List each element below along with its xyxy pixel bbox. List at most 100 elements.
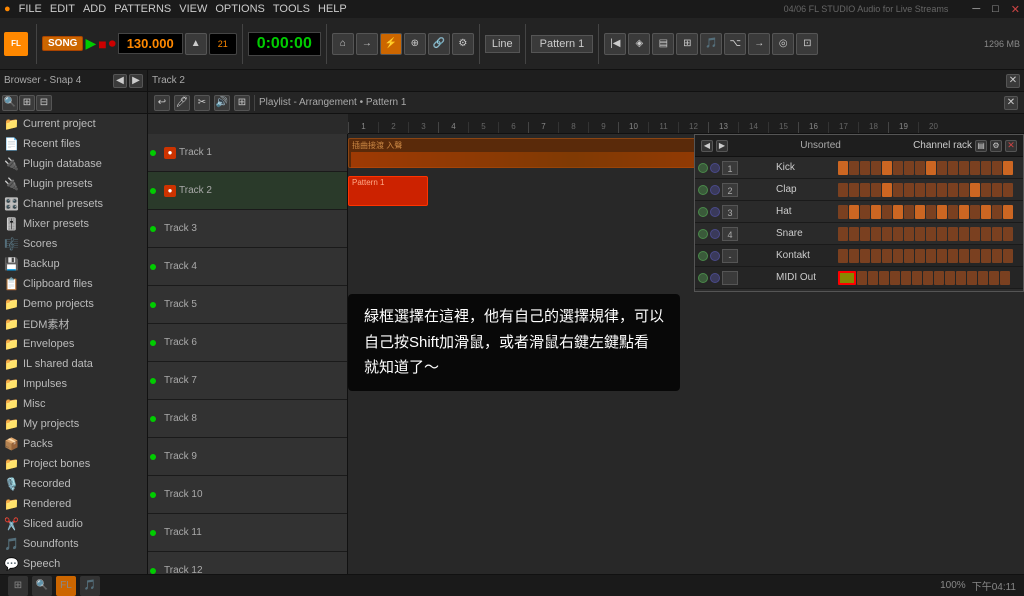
- step-btn[interactable]: [871, 227, 881, 241]
- track-content-area[interactable]: 插曲接渡 入聲 Pattern 1 ◀: [348, 134, 1024, 574]
- taskbar-btn-1[interactable]: 🔍: [32, 576, 52, 596]
- step-btn[interactable]: [1003, 249, 1013, 263]
- step-btn[interactable]: [871, 249, 881, 263]
- step-btn[interactable]: [882, 161, 892, 175]
- playlist-tool-3[interactable]: ✂: [194, 95, 210, 111]
- clap-name[interactable]: Clap: [773, 184, 838, 195]
- step-btn[interactable]: [915, 205, 925, 219]
- tempo-display[interactable]: 130.000: [118, 33, 183, 54]
- step-btn[interactable]: [904, 161, 914, 175]
- step-btn[interactable]: [1003, 205, 1013, 219]
- step-btn[interactable]: [879, 271, 889, 285]
- step-btn[interactable]: [981, 183, 991, 197]
- kick-solo-btn[interactable]: [710, 163, 720, 173]
- step-btn[interactable]: [948, 205, 958, 219]
- step-btn[interactable]: [970, 227, 980, 241]
- step-btn[interactable]: [849, 205, 859, 219]
- step-btn[interactable]: [981, 227, 991, 241]
- step-btn[interactable]: [981, 249, 991, 263]
- step-btn[interactable]: [915, 183, 925, 197]
- track2-close-btn[interactable]: ✕: [1006, 74, 1020, 88]
- step-btn[interactable]: [1003, 161, 1013, 175]
- step-btn[interactable]: [868, 271, 878, 285]
- browser-item-packs[interactable]: 📦 Packs: [0, 434, 147, 454]
- browser-item-demo[interactable]: 📁 Demo projects: [0, 294, 147, 314]
- browser-item-scores[interactable]: 🎼 Scores: [0, 234, 147, 254]
- step-btn[interactable]: [849, 227, 859, 241]
- browser-item-mixer-presets[interactable]: 🎚️ Mixer presets: [0, 214, 147, 234]
- step-btn[interactable]: [849, 161, 859, 175]
- minimize-btn[interactable]: ─: [972, 3, 980, 15]
- toolbar-btn-10[interactable]: ⊞: [676, 33, 698, 55]
- browser-item-misc[interactable]: 📁 Misc: [0, 394, 147, 414]
- step-btn[interactable]: [871, 183, 881, 197]
- snare-name[interactable]: Snare: [773, 228, 838, 239]
- toolbar-btn-2[interactable]: →: [356, 33, 378, 55]
- step-btn[interactable]: [838, 205, 848, 219]
- step-btn[interactable]: [992, 183, 1002, 197]
- channel-rack-next[interactable]: ▶: [716, 140, 728, 152]
- browser-item-soundfonts[interactable]: 🎵 Soundfonts: [0, 534, 147, 554]
- toolbar-btn-15[interactable]: ⊡: [796, 33, 818, 55]
- record-icon[interactable]: ⏺: [109, 35, 116, 52]
- step-btn[interactable]: [956, 271, 966, 285]
- step-btn[interactable]: [926, 205, 936, 219]
- toolbar-btn-7[interactable]: |◀: [604, 33, 626, 55]
- browser-item-il-shared[interactable]: 📁 IL shared data: [0, 354, 147, 374]
- playlist-tool-2[interactable]: 🖊: [174, 95, 190, 111]
- midi-name[interactable]: MIDI Out: [773, 272, 838, 283]
- midi-mute-btn[interactable]: [698, 273, 708, 283]
- song-button[interactable]: SONG: [42, 36, 83, 51]
- step-btn[interactable]: [882, 227, 892, 241]
- step-btn[interactable]: [926, 249, 936, 263]
- browser-item-clipboard[interactable]: 📋 Clipboard files: [0, 274, 147, 294]
- toolbar-btn-6[interactable]: ⚙: [452, 33, 474, 55]
- step-btn[interactable]: [937, 161, 947, 175]
- step-btn[interactable]: [959, 183, 969, 197]
- menu-file[interactable]: FILE: [19, 3, 42, 15]
- browser-item-backup[interactable]: 💾 Backup: [0, 254, 147, 274]
- stop-icon[interactable]: ■: [98, 36, 106, 52]
- browser-item-speech[interactable]: 💬 Speech: [0, 554, 147, 574]
- browser-item-plugin-presets[interactable]: 🔌 Plugin presets: [0, 174, 147, 194]
- step-btn[interactable]: [981, 205, 991, 219]
- clap-mute-btn[interactable]: [698, 185, 708, 195]
- step-btn[interactable]: [934, 271, 944, 285]
- toolbar-btn-9[interactable]: ▤: [652, 33, 674, 55]
- step-btn[interactable]: [871, 205, 881, 219]
- channel-rack-bars[interactable]: ▤: [975, 140, 987, 152]
- clap-solo-btn[interactable]: [710, 185, 720, 195]
- step-btn[interactable]: [978, 271, 988, 285]
- menu-help[interactable]: HELP: [318, 3, 347, 15]
- step-btn[interactable]: [860, 161, 870, 175]
- midi-solo-btn[interactable]: [710, 273, 720, 283]
- browser-item-project-bones[interactable]: 📁 Project bones: [0, 454, 147, 474]
- hat-solo-btn[interactable]: [710, 207, 720, 217]
- mixer-label[interactable]: Line: [485, 35, 520, 53]
- step-btn[interactable]: [849, 183, 859, 197]
- step-btn[interactable]: [967, 271, 977, 285]
- snare-mute-btn[interactable]: [698, 229, 708, 239]
- step-btn[interactable]: [1003, 183, 1013, 197]
- step-btn[interactable]: [904, 183, 914, 197]
- maximize-btn[interactable]: □: [992, 3, 999, 15]
- browser-item-rendered[interactable]: 📁 Rendered: [0, 494, 147, 514]
- step-btn[interactable]: [948, 161, 958, 175]
- step-btn[interactable]: [860, 183, 870, 197]
- step-btn[interactable]: [948, 249, 958, 263]
- step-btn[interactable]: [948, 227, 958, 241]
- step-btn[interactable]: [992, 205, 1002, 219]
- step-btn[interactable]: [1000, 271, 1010, 285]
- toolbar-btn-5[interactable]: 🔗: [428, 33, 450, 55]
- browser-item-envelopes[interactable]: 📁 Envelopes: [0, 334, 147, 354]
- step-btn[interactable]: [838, 183, 848, 197]
- step-btn[interactable]: [1003, 227, 1013, 241]
- step-btn[interactable]: [915, 249, 925, 263]
- step-btn[interactable]: [937, 205, 947, 219]
- toolbar-btn-12[interactable]: ⌥: [724, 33, 746, 55]
- playlist-tool-1[interactable]: ↩: [154, 95, 170, 111]
- browser-item-edm[interactable]: 📁 EDM素材: [0, 314, 147, 334]
- step-btn[interactable]: [904, 205, 914, 219]
- toolbar-btn-4[interactable]: ⊕: [404, 33, 426, 55]
- browser-item-my-projects[interactable]: 📁 My projects: [0, 414, 147, 434]
